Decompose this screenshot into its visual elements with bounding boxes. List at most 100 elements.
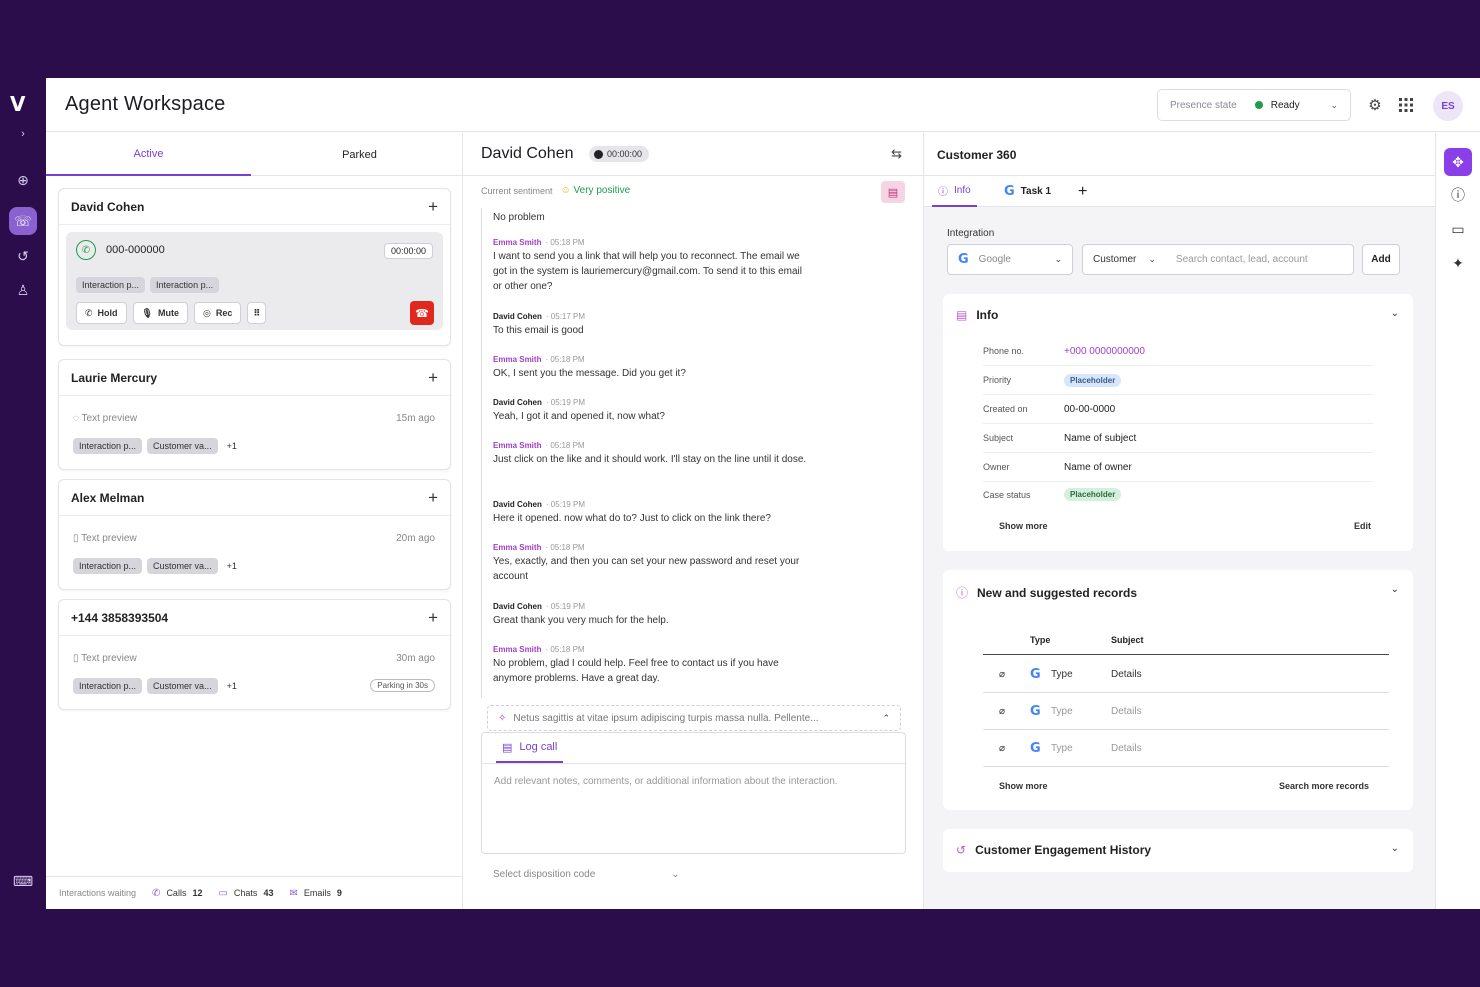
- notes-textarea[interactable]: Add relevant notes, comments, or additio…: [494, 774, 844, 789]
- user-avatar[interactable]: ES: [1433, 91, 1463, 121]
- ai-suggestion-bar[interactable]: ✧ Netus sagittis at vitae ipsum adipisci…: [487, 705, 901, 731]
- info-value: Name of subject: [1064, 432, 1137, 444]
- expand-chevron-icon[interactable]: ›: [9, 120, 37, 148]
- emails-count[interactable]: ✉ Emails 9: [289, 888, 341, 899]
- add-tab-icon[interactable]: +: [1078, 176, 1087, 207]
- disposition-select[interactable]: Select disposition code ⌄: [493, 869, 680, 880]
- table-row[interactable]: ⌀ G Type Details: [983, 656, 1389, 693]
- sentiment-row: Current sentiment ☺ Very positive: [481, 185, 630, 196]
- phone-link[interactable]: +000 0000000000: [1064, 346, 1145, 357]
- chevron-up-icon[interactable]: ⌃: [882, 713, 890, 724]
- chevron-down-icon[interactable]: ⌄: [1391, 308, 1399, 319]
- chevron-down-icon[interactable]: ⌄: [1391, 584, 1399, 595]
- edit-link[interactable]: Edit: [1354, 521, 1371, 531]
- nav-rail: V › ⊕ ☏ ↺ ♙ ⌨: [0, 78, 46, 909]
- dialpad-button[interactable]: ⠿: [247, 302, 267, 324]
- customer-360-header: Customer 360: [924, 133, 1435, 176]
- chips: Interaction p... Customer va... +1: [73, 558, 237, 574]
- unlink-icon[interactable]: ⌀: [999, 743, 1005, 754]
- more-count: +1: [226, 561, 237, 571]
- engagement-history-section[interactable]: ↺ Customer Engagement History ⌄: [943, 829, 1413, 872]
- history-icon[interactable]: ↺: [9, 242, 37, 270]
- info-section: ▤ Info ⌄ Phone no. +000 0000000000 Priorit…: [943, 294, 1413, 551]
- table-row[interactable]: ⌀ G Type Details: [983, 693, 1389, 730]
- message-time: · 05:18 PM: [545, 355, 585, 364]
- contact-name: Alex Melman: [71, 490, 145, 505]
- active-call-card[interactable]: David Cohen + ✆ 000-000000 00:00:00 Inte…: [58, 188, 451, 346]
- tab-parked[interactable]: Parked: [257, 133, 462, 176]
- chip: Interaction p...: [73, 558, 143, 574]
- message-time: · 05:18 PM: [545, 238, 585, 247]
- card-icon[interactable]: ▭: [1444, 215, 1472, 243]
- ai-assistant-icon[interactable]: ✥: [1444, 148, 1472, 176]
- search-input[interactable]: Search contact, lead, account: [1176, 254, 1308, 265]
- info-key: Owner: [983, 462, 1010, 472]
- interaction-card[interactable]: Laurie Mercury + ◌ Text preview 15m ago …: [58, 359, 451, 470]
- show-more-link[interactable]: Show more: [999, 781, 1048, 791]
- chips: Interaction p... Interaction p...: [76, 277, 220, 293]
- customer-search-field[interactable]: Customer ⌄ Search contact, lead, account: [1082, 244, 1354, 275]
- info-icon[interactable]: ⓘ: [1444, 181, 1472, 209]
- show-more-link[interactable]: Show more: [999, 521, 1048, 531]
- info-row: Case status Placeholder: [983, 480, 1373, 509]
- unlink-icon[interactable]: ⌀: [999, 706, 1005, 717]
- record-button[interactable]: ◎ Rec: [193, 302, 242, 324]
- message-text: To this email is good: [493, 325, 584, 336]
- preview-text: Text preview: [81, 653, 137, 664]
- add-icon[interactable]: +: [428, 608, 438, 628]
- transfer-icon[interactable]: ⇆: [891, 146, 902, 162]
- chats-count[interactable]: ▭ Chats 43: [218, 888, 273, 899]
- message-author: Emma Smith · 05:18 PM: [493, 543, 813, 552]
- customer-type-select[interactable]: Customer: [1093, 254, 1136, 265]
- contacts-icon[interactable]: ♙: [9, 276, 37, 304]
- tab-task-1[interactable]: G Task 1: [1004, 176, 1051, 207]
- chevron-down-icon[interactable]: ⌄: [1391, 843, 1399, 854]
- sentiment-text: Very positive: [573, 185, 631, 196]
- presence-status-dot: [1254, 101, 1263, 109]
- info-title: Info: [976, 308, 999, 322]
- add-icon[interactable]: +: [428, 368, 438, 388]
- author-name: Emma Smith: [493, 355, 542, 364]
- message-preview: ▯ Text preview: [73, 653, 137, 664]
- new-interaction-icon[interactable]: ⊕: [9, 166, 37, 194]
- interaction-card[interactable]: +144 3858393504 + ▯ Text preview 30m ago…: [58, 599, 451, 710]
- sparkle-icon[interactable]: ✦: [1444, 249, 1472, 277]
- presence-dropdown[interactable]: Presence state Ready ⌄: [1157, 89, 1351, 121]
- records-title: New and suggested records: [977, 585, 1138, 600]
- column-subject: Subject: [1111, 635, 1144, 645]
- tab-info[interactable]: ⓘ Info: [932, 176, 977, 207]
- settings-gear-icon[interactable]: ⚙: [1364, 94, 1386, 116]
- search-more-records-link[interactable]: Search more records: [1279, 781, 1369, 791]
- whatsapp-icon: ◌: [73, 413, 82, 424]
- tab-active[interactable]: Active: [46, 133, 251, 176]
- card-body: ◌ Text preview 15m ago Interaction p... …: [59, 396, 450, 468]
- record-type: Type: [1051, 669, 1073, 680]
- summary-button[interactable]: ▤: [881, 181, 905, 203]
- hang-up-button[interactable]: ☎: [410, 301, 434, 325]
- keyboard-icon[interactable]: ⌨: [9, 867, 37, 895]
- apps-grid-icon[interactable]: [1395, 94, 1417, 116]
- smile-icon: ☺: [560, 185, 574, 196]
- message-author: David Cohen · 05:19 PM: [493, 602, 813, 611]
- integration-select[interactable]: G Google ⌄: [947, 244, 1073, 275]
- chat-message: Emma Smith · 05:18 PM Just click on the l…: [493, 441, 813, 467]
- add-icon[interactable]: +: [428, 197, 438, 217]
- table-row[interactable]: ⌀ G Type Details: [983, 730, 1389, 767]
- record-dot-icon: [594, 149, 603, 159]
- workspace-icon[interactable]: ☏: [9, 207, 37, 235]
- time-ago: 15m ago: [396, 413, 435, 424]
- link-icon[interactable]: ⌀: [999, 669, 1005, 680]
- interaction-card[interactable]: Alex Melman + ▯ Text preview 20m ago Int…: [58, 479, 451, 590]
- calls-count[interactable]: ✆ Calls 12: [152, 888, 202, 899]
- author-name: Emma Smith: [493, 441, 542, 450]
- hold-button[interactable]: ✆ Hold: [76, 302, 127, 324]
- add-button[interactable]: Add: [1362, 244, 1400, 275]
- info-row: Priority Placeholder: [983, 366, 1373, 395]
- conversation-header: David Cohen 00:00:00 ⇆: [463, 133, 924, 176]
- waiting-label: Interactions waiting: [59, 888, 137, 898]
- emails-value: 9: [336, 888, 342, 898]
- tab-log-call[interactable]: ▤ Log call: [496, 733, 564, 763]
- preview-text: Text preview: [81, 533, 137, 544]
- add-icon[interactable]: +: [428, 488, 438, 508]
- mute-button[interactable]: 🎙 Mute: [132, 302, 188, 324]
